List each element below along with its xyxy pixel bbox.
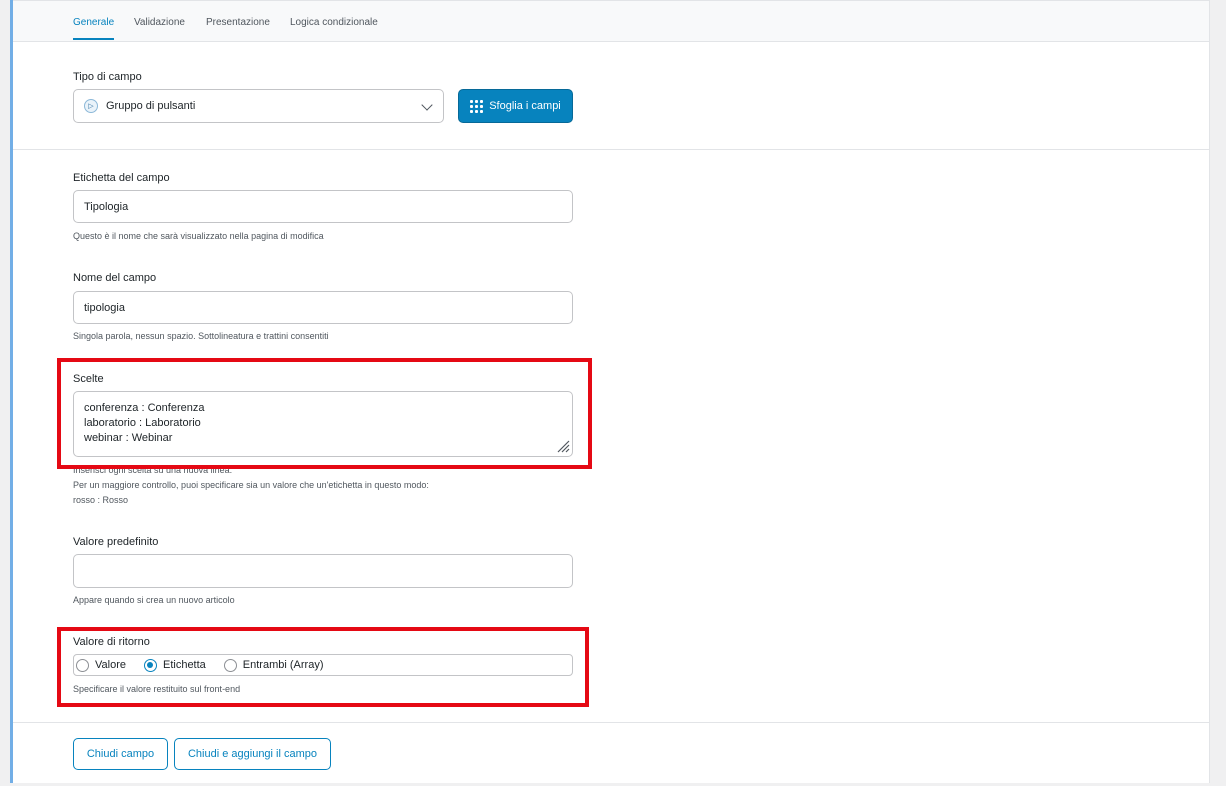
choices-label: Scelte bbox=[73, 373, 104, 385]
default-value-input[interactable] bbox=[73, 554, 573, 588]
tab-generale[interactable]: Generale bbox=[73, 17, 115, 40]
radio-label: Etichetta bbox=[162, 659, 206, 671]
field-type-value: Gruppo di pulsanti bbox=[106, 100, 196, 112]
choices-textarea[interactable]: conferenza : Conferenza laboratorio : La… bbox=[73, 391, 573, 457]
resize-handle-icon[interactable] bbox=[556, 439, 570, 453]
choices-help-2: Per un maggiore controllo, puoi specific… bbox=[73, 480, 429, 490]
radio-button[interactable] bbox=[223, 658, 237, 672]
chevron-down-icon bbox=[421, 99, 433, 111]
return-value-radio-group: Valore Etichetta Entrambi (Array) bbox=[73, 654, 573, 676]
settings-tabbar: Generale Validazione Presentazione Logic… bbox=[13, 0, 1209, 42]
field-type-label: Tipo di campo bbox=[73, 71, 142, 83]
field-name-input[interactable] bbox=[73, 291, 573, 324]
field-name-label: Nome del campo bbox=[73, 272, 157, 284]
radio-button-selected[interactable] bbox=[143, 658, 157, 672]
close-and-add-field-button[interactable]: Chiudi e aggiungi il campo bbox=[174, 738, 331, 770]
button-group-icon: ▷ bbox=[84, 99, 98, 113]
field-type-select[interactable]: ▷ Gruppo di pulsanti bbox=[73, 89, 444, 123]
radio-option-entrambi[interactable]: Entrambi (Array) bbox=[223, 658, 324, 672]
radio-option-etichetta[interactable]: Etichetta bbox=[143, 658, 206, 672]
footer-divider bbox=[13, 722, 1209, 723]
choices-help-1: Inserisci ogni scelta su una nuova linea… bbox=[73, 465, 233, 475]
default-value-help: Appare quando si crea un nuovo articolo bbox=[73, 595, 235, 605]
radio-label: Valore bbox=[95, 659, 126, 671]
tab-presentazione[interactable]: Presentazione bbox=[206, 17, 270, 38]
default-value-label: Valore predefinito bbox=[73, 536, 159, 548]
field-label-help: Questo è il nome che sarà visualizzato n… bbox=[73, 231, 324, 241]
radio-button[interactable] bbox=[76, 658, 89, 672]
browse-fields-button[interactable]: Sfoglia i campi bbox=[458, 89, 573, 123]
field-settings-panel: Generale Validazione Presentazione Logic… bbox=[10, 0, 1210, 783]
choices-help-3: rosso : Rosso bbox=[73, 495, 129, 505]
section-divider bbox=[13, 149, 1209, 150]
field-label-label: Etichetta del campo bbox=[73, 172, 170, 184]
tab-logica-condizionale[interactable]: Logica condizionale bbox=[290, 17, 378, 38]
close-field-button[interactable]: Chiudi campo bbox=[73, 738, 168, 770]
return-value-help: Specificare il valore restituito sul fro… bbox=[73, 684, 241, 694]
field-name-help: Singola parola, nessun spazio. Sottoline… bbox=[73, 331, 329, 341]
tab-validazione[interactable]: Validazione bbox=[134, 17, 185, 38]
radio-option-valore[interactable]: Valore bbox=[76, 658, 126, 672]
return-value-label: Valore di ritorno bbox=[73, 636, 150, 648]
radio-label: Entrambi (Array) bbox=[242, 659, 324, 671]
field-label-input[interactable] bbox=[73, 190, 573, 223]
grid-icon bbox=[470, 99, 484, 113]
browse-fields-label: Sfoglia i campi bbox=[489, 100, 561, 112]
